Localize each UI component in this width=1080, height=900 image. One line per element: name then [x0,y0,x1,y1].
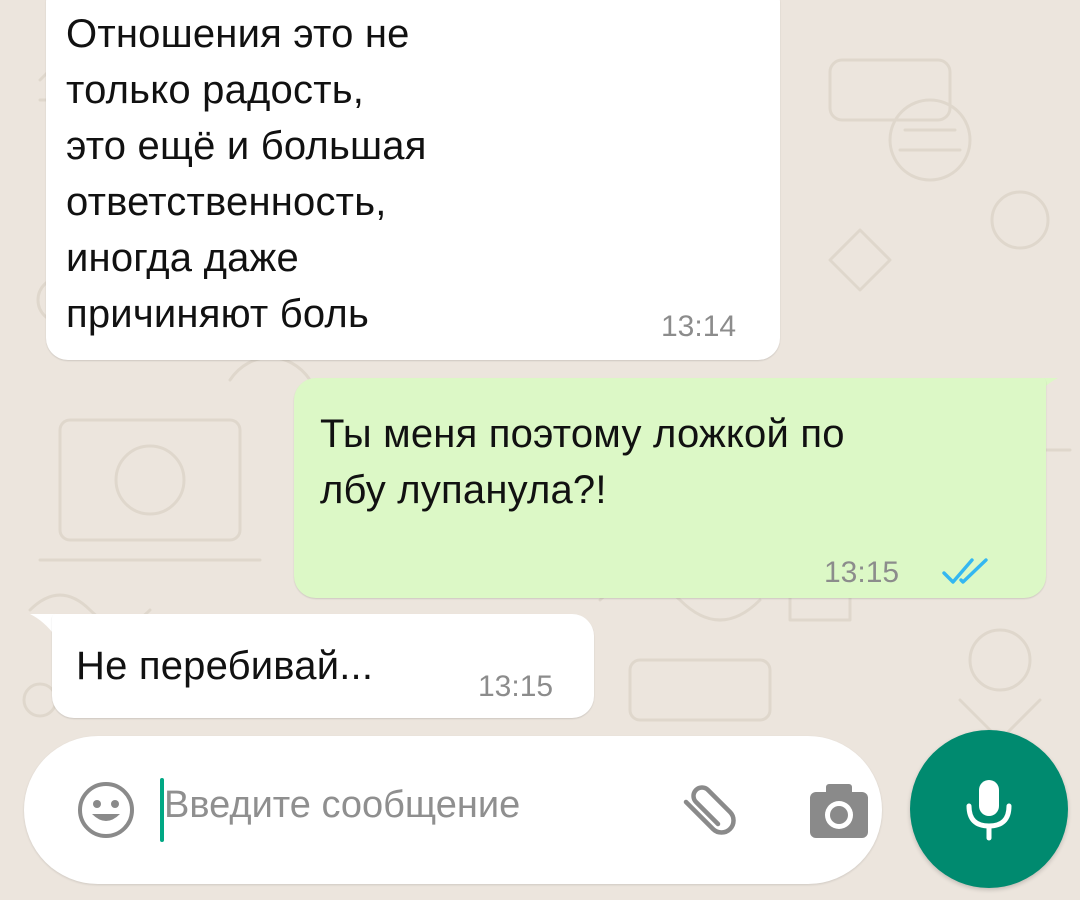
read-receipt-icon [942,558,988,584]
message-bubble-incoming[interactable]: Не перебивай... 13:15 [52,614,594,718]
voice-message-button[interactable] [910,730,1068,888]
message-text: Ты меня поэтому ложкой по лбу лупанула?! [320,412,845,512]
microphone-icon [966,780,1012,841]
paperclip-icon[interactable] [672,780,738,846]
emoji-icon[interactable] [76,780,136,840]
message-timestamp: 13:15 [478,670,554,703]
message-input[interactable]: Введите сообщение [164,784,520,827]
message-bubble-incoming[interactable]: Отношения это не только радость, это ещё… [46,0,780,360]
message-text: Не перебивай... [76,644,374,688]
message-timestamp: 13:14 [661,310,737,343]
message-composer[interactable]: Введите сообщение [24,736,882,884]
message-bubble-outgoing[interactable]: Ты меня поэтому ложкой по лбу лупанула?!… [294,378,1046,598]
message-text: Отношения это не только радость, это ещё… [66,12,427,336]
camera-icon[interactable] [804,776,874,846]
message-timestamp: 13:15 [824,556,900,589]
